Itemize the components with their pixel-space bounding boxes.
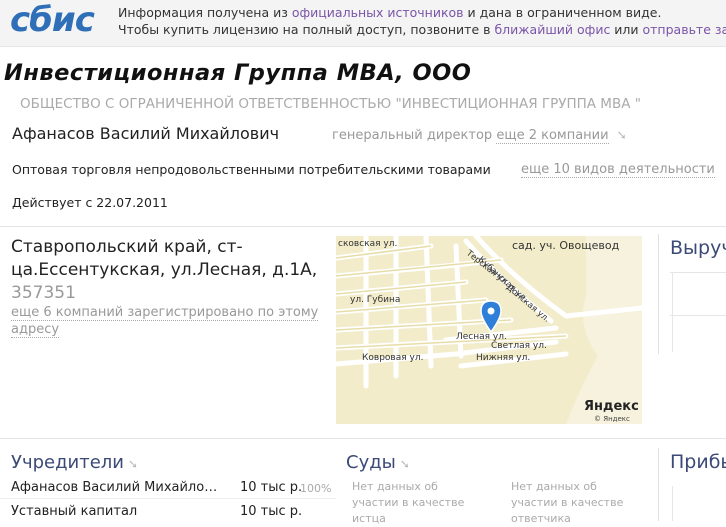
revenue-chart-line <box>670 315 726 316</box>
courts-plaintiff-empty: Нет данных об участии в качестве истца <box>352 479 472 527</box>
address-text: Ставропольский край, ст-ца.Ессентукская,… <box>11 237 317 280</box>
revenue-chart-line <box>670 272 726 273</box>
company-title: Инвестиционная Группа МВА, ООО <box>4 60 471 86</box>
courts-section: Суды ➘ <box>346 452 410 473</box>
director-more-link[interactable]: еще 2 компании <box>496 128 608 144</box>
banner-line1-text: Информация получена из <box>118 5 292 20</box>
map-label-top-street: сковская ул. <box>338 239 397 249</box>
right-column-border <box>658 234 659 354</box>
director-role: генеральный директор <box>332 128 492 143</box>
company-full-name: ОБЩЕСТВО С ОГРАНИЧЕННОЙ ОТВЕТСТВЕННОСТЬЮ… <box>20 96 641 112</box>
activity-more-link[interactable]: еще 10 видов деятельности <box>521 162 715 178</box>
founder-share-pct: 100% <box>300 482 331 495</box>
location-map[interactable]: сковская ул. сад. уч. Овощевод Терская у… <box>336 236 642 424</box>
map-label-gubina: ул. Губина <box>350 295 400 305</box>
company-address: Ставропольский край, ст-ца.Ессентукская,… <box>11 236 331 305</box>
banner-line1-end: и дана в ограниченном виде. <box>464 5 662 20</box>
postal-code: 357351 <box>11 283 76 303</box>
yandex-logo: Яндекс <box>584 399 639 414</box>
revenue-title[interactable]: Выручка <box>670 237 726 259</box>
profit-title[interactable]: Прибыль <box>670 451 726 473</box>
address-more-block: еще 6 компаний зарегистрировано по этому… <box>11 304 331 338</box>
charter-capital-label: Уставный капитал <box>11 504 137 519</box>
activity-more-block: еще 10 видов деятельности <box>521 162 715 177</box>
map-graphic: сковская ул. сад. уч. Овощевод Терская у… <box>336 236 642 424</box>
main-activity: Оптовая торговля непродовольственными по… <box>12 162 491 177</box>
founders-title[interactable]: Учредители <box>11 452 124 473</box>
active-since: Действует с 22.07.2011 <box>12 195 168 210</box>
map-label-nizhnyaya: Нижняя ул. <box>476 353 530 363</box>
map-label-kovrovaya: Ковровая ул. <box>362 353 423 363</box>
founders-section: Учредители ➘ <box>11 452 138 473</box>
expand-arrow-icon[interactable]: ➘ <box>617 128 627 142</box>
official-sources-link[interactable]: официальных источников <box>292 5 464 20</box>
founder-name[interactable]: Афанасов Василий Михайло… <box>11 480 217 495</box>
founders-arrow-icon[interactable]: ➘ <box>128 457 138 471</box>
info-banner: сбис Информация получена из официальных … <box>0 0 726 47</box>
row-divider <box>0 498 336 499</box>
divider <box>0 438 726 439</box>
address-companies-link[interactable]: еще 6 компаний зарегистрировано по этому… <box>11 305 318 338</box>
courts-title[interactable]: Суды <box>346 452 396 473</box>
director-role-block: генеральный директор еще 2 компании ➘ <box>332 128 627 143</box>
banner-text: Информация получена из официальных источ… <box>118 4 726 38</box>
charter-capital-value: 10 тыс р. <box>240 504 302 519</box>
map-copyright: © Яндекс <box>594 415 630 423</box>
sbis-logo[interactable]: сбис <box>10 0 94 40</box>
divider <box>0 226 726 227</box>
director-name[interactable]: Афанасов Василий Михайлович <box>12 124 279 143</box>
founder-share-value: 10 тыс р. <box>240 480 302 495</box>
courts-defendant-empty: Нет данных об участии в качестве ответчи… <box>511 479 631 527</box>
map-label-svetlaya: Светлая ул. <box>491 341 547 351</box>
revenue-chart-axis <box>672 272 673 352</box>
banner-line2-text: Чтобы купить лицензию на полный доступ, … <box>118 22 494 37</box>
courts-arrow-icon[interactable]: ➘ <box>400 457 410 471</box>
map-label-settlement: сад. уч. Овощевод <box>512 239 620 252</box>
profit-chart-axis <box>672 486 673 521</box>
send-request-link[interactable]: отправьте заявку <box>643 22 726 37</box>
right-column-border <box>658 448 659 521</box>
nearest-office-link[interactable]: ближайший офис <box>494 22 610 37</box>
banner-line2-mid: или <box>610 22 642 37</box>
